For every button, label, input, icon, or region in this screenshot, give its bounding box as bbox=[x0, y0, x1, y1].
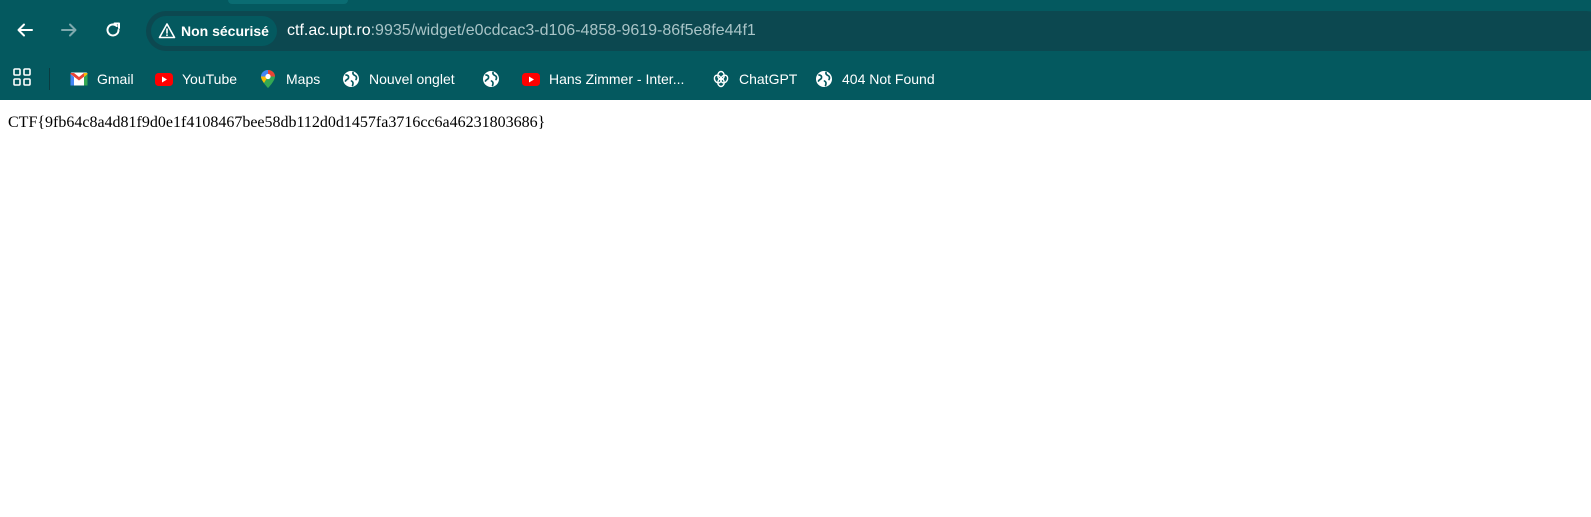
arrow-left-icon bbox=[15, 20, 35, 40]
bookmark-label: Maps bbox=[286, 71, 321, 87]
bookmark-youtube[interactable]: YouTube bbox=[155, 66, 237, 92]
url-host: ctf.ac.upt.ro bbox=[287, 22, 371, 39]
bookmark-nouvel-onglet[interactable]: Nouvel onglet bbox=[342, 66, 455, 92]
bookmarks-bar: Gmail YouTube Maps Nouvel onglet Hans Zi… bbox=[0, 58, 1591, 100]
bookmark-label: YouTube bbox=[182, 71, 238, 87]
bookmark-label: ChatGPT bbox=[739, 71, 798, 87]
browser-toolbar: Non sécurisé ctf.ac.upt.ro:9935/widget/e… bbox=[0, 6, 1591, 58]
youtube-icon bbox=[522, 70, 540, 88]
reload-button[interactable] bbox=[96, 13, 130, 47]
browser-window: Non sécurisé ctf.ac.upt.ro:9935/widget/e… bbox=[0, 0, 1591, 517]
bookmark-maps[interactable]: Maps bbox=[259, 66, 320, 92]
address-bar[interactable]: Non sécurisé ctf.ac.upt.ro:9935/widget/e… bbox=[146, 11, 1591, 51]
apps-grid-icon bbox=[12, 67, 32, 92]
maps-pin-icon bbox=[259, 70, 277, 88]
bookmark-label: Nouvel onglet bbox=[369, 71, 455, 87]
url-text[interactable]: ctf.ac.upt.ro:9935/widget/e0cdcac3-d106-… bbox=[287, 22, 756, 40]
back-button[interactable] bbox=[8, 13, 42, 47]
forward-button[interactable] bbox=[52, 13, 86, 47]
globe-icon bbox=[342, 70, 360, 88]
bookmark-untitled[interactable] bbox=[482, 66, 500, 92]
url-path: :9935/widget/e0cdcac3-d106-4858-9619-86f… bbox=[370, 22, 756, 39]
bookmark-hans-zimmer[interactable]: Hans Zimmer - Inter... bbox=[522, 66, 684, 92]
bookmark-label: Hans Zimmer - Inter... bbox=[549, 71, 685, 87]
arrow-right-icon bbox=[59, 20, 79, 40]
warning-triangle-icon bbox=[157, 21, 177, 41]
bookmark-404-not-found[interactable]: 404 Not Found bbox=[815, 66, 935, 92]
bookmark-label: 404 Not Found bbox=[842, 71, 935, 87]
flag-text: CTF{9fb64c8a4d81f9d0e1f4108467bee58db112… bbox=[8, 114, 546, 131]
bookmark-gmail[interactable]: Gmail bbox=[70, 66, 134, 92]
security-label: Non sécurisé bbox=[181, 23, 269, 39]
youtube-icon bbox=[155, 70, 173, 88]
gmail-icon bbox=[70, 70, 88, 88]
security-chip[interactable]: Non sécurisé bbox=[151, 16, 277, 46]
chatgpt-icon bbox=[712, 70, 730, 88]
globe-icon bbox=[482, 70, 500, 88]
globe-icon bbox=[815, 70, 833, 88]
bookmark-label: Gmail bbox=[97, 71, 134, 87]
page-content: CTF{9fb64c8a4d81f9d0e1f4108467bee58db112… bbox=[0, 100, 1591, 517]
bookmarks-divider bbox=[49, 68, 50, 90]
bookmark-chatgpt[interactable]: ChatGPT bbox=[712, 66, 797, 92]
apps-button[interactable] bbox=[10, 67, 34, 91]
reload-icon bbox=[103, 20, 123, 40]
active-tab[interactable] bbox=[228, 0, 348, 4]
